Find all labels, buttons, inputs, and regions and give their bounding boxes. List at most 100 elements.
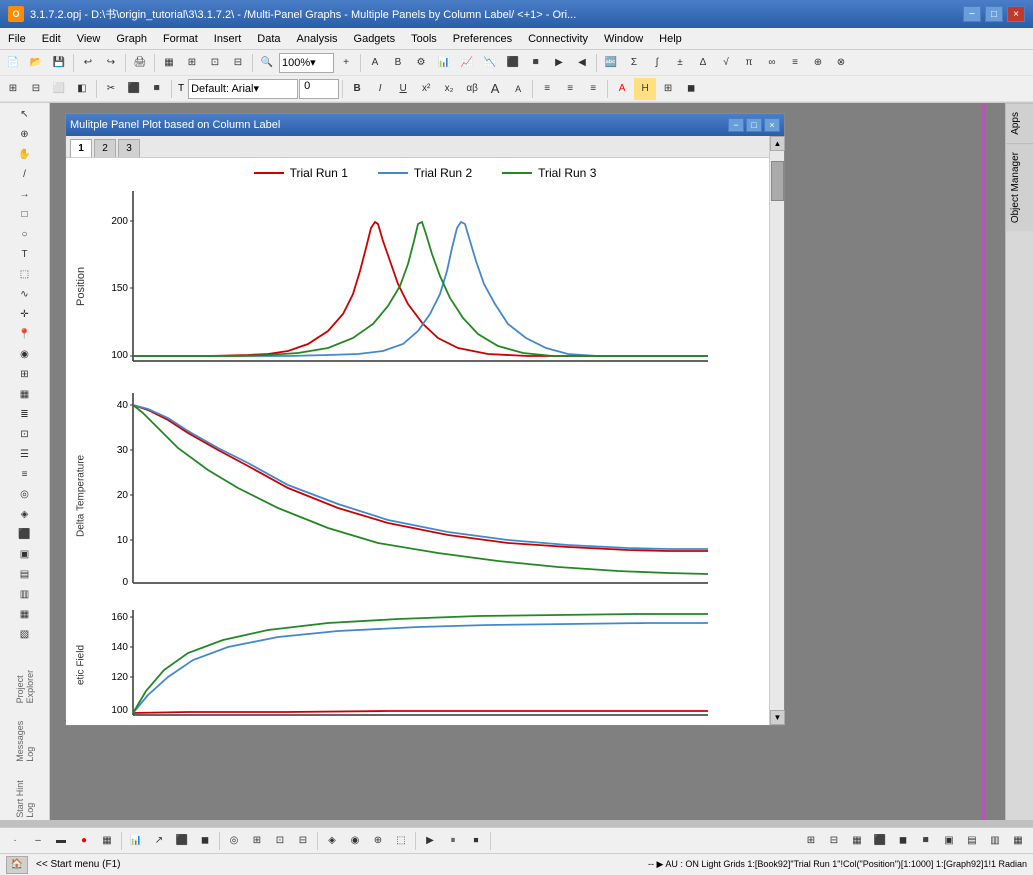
start-menu-btn[interactable]: 🏠 [6, 856, 28, 874]
graph-tab-3[interactable]: 3 [118, 139, 140, 157]
draw-circle-btn[interactable]: ○ [14, 225, 36, 244]
bt-btn-14[interactable]: ◈ [321, 830, 343, 852]
tb-btn-24[interactable]: π [738, 52, 760, 74]
menu-insert[interactable]: Insert [206, 28, 250, 49]
italic-btn[interactable]: I [369, 78, 391, 100]
menu-format[interactable]: Format [155, 28, 206, 49]
bt-right-3[interactable]: ▦ [846, 830, 868, 852]
lt-btn-18[interactable]: ≡ [14, 465, 36, 484]
draw-arrow-btn[interactable]: → [14, 185, 36, 204]
lt-btn-19[interactable]: ◎ [14, 485, 36, 504]
tb-btn-6[interactable]: ⊡ [204, 52, 226, 74]
menu-window[interactable]: Window [596, 28, 651, 49]
menu-tools[interactable]: Tools [403, 28, 445, 49]
tb-btn-19[interactable]: Σ [623, 52, 645, 74]
bt-right-9[interactable]: ▥ [984, 830, 1006, 852]
bt-btn-5[interactable]: ▦ [96, 830, 118, 852]
graph-close-btn[interactable]: × [764, 118, 780, 132]
tb2-btn-5[interactable]: ✂ [100, 78, 122, 100]
bt-right-8[interactable]: ▤ [961, 830, 983, 852]
bt-btn-11[interactable]: ⊞ [246, 830, 268, 852]
print-btn[interactable]: 🖨 [129, 52, 151, 74]
object-manager-tab[interactable]: Object Manager [1006, 143, 1033, 231]
curve-tool-btn[interactable]: ∿ [14, 285, 36, 304]
bt-btn-3[interactable]: ▬ [50, 830, 72, 852]
region-btn[interactable]: ⬚ [14, 265, 36, 284]
menu-file[interactable]: File [0, 28, 34, 49]
tb-btn-13[interactable]: 📉 [479, 52, 501, 74]
tb-btn-21[interactable]: ± [669, 52, 691, 74]
lt-btn-23[interactable]: ▤ [14, 565, 36, 584]
menu-connectivity[interactable]: Connectivity [520, 28, 596, 49]
bt-btn-10[interactable]: ◎ [223, 830, 245, 852]
graph-minimize-btn[interactable]: − [728, 118, 744, 132]
tb-btn-14[interactable]: ⬛ [502, 52, 524, 74]
open-btn[interactable]: 📂 [25, 52, 47, 74]
redo-btn[interactable]: ↪ [100, 52, 122, 74]
new-file-btn[interactable]: 📄 [2, 52, 24, 74]
tb-btn-26[interactable]: ≡ [784, 52, 806, 74]
tb2-btn-3[interactable]: ⬜ [48, 78, 70, 100]
tb-btn-27[interactable]: ⊕ [807, 52, 829, 74]
small-A-btn[interactable]: A [507, 78, 529, 100]
lt-btn-21[interactable]: ⬛ [14, 525, 36, 544]
font-color-btn[interactable]: A [611, 78, 633, 100]
highlight-btn[interactable]: H [634, 78, 656, 100]
apps-tab[interactable]: Apps [1006, 103, 1033, 143]
tb-btn-5[interactable]: ⊞ [181, 52, 203, 74]
bt-btn-red[interactable]: ● [73, 830, 95, 852]
save-btn[interactable]: 💾 [48, 52, 70, 74]
zoom-out-btn[interactable]: 🔍 [256, 52, 278, 74]
tb2-btn-7[interactable]: ◾ [146, 78, 168, 100]
menu-preferences[interactable]: Preferences [445, 28, 520, 49]
bt-right-2[interactable]: ⊟ [823, 830, 845, 852]
bt-right-7[interactable]: ▣ [938, 830, 960, 852]
bt-btn-13[interactable]: ⊟ [292, 830, 314, 852]
tb2-extra-2[interactable]: ◼ [680, 78, 702, 100]
scroll-up-btn[interactable]: ▲ [770, 136, 785, 151]
tb-btn-23[interactable]: √ [715, 52, 737, 74]
greek-btn[interactable]: αβ [461, 78, 483, 100]
tb-btn-8[interactable]: A [364, 52, 386, 74]
lt-btn-22[interactable]: ▣ [14, 545, 36, 564]
graph-tab-2[interactable]: 2 [94, 139, 116, 157]
zoom-dropdown[interactable]: 100%▾ [279, 53, 334, 73]
bt-btn-20[interactable]: ⏹ [465, 830, 487, 852]
graph-maximize-btn[interactable]: □ [746, 118, 762, 132]
pick-pts-btn[interactable]: ◉ [14, 345, 36, 364]
scroll-down-btn[interactable]: ▼ [770, 710, 785, 725]
data-reader-btn[interactable]: 📍 [14, 325, 36, 344]
align-right-btn[interactable]: ≡ [582, 78, 604, 100]
bt-right-10[interactable]: ▦ [1007, 830, 1029, 852]
bt-btn-12[interactable]: ⊡ [269, 830, 291, 852]
menu-help[interactable]: Help [651, 28, 690, 49]
tb2-btn-2[interactable]: ⊟ [25, 78, 47, 100]
bt-right-5[interactable]: ◼ [892, 830, 914, 852]
minimize-button[interactable]: − [963, 6, 981, 22]
bt-btn-6[interactable]: 📊 [125, 830, 147, 852]
bt-btn-7[interactable]: ↗ [148, 830, 170, 852]
crosshair-btn[interactable]: ✛ [14, 305, 36, 324]
menu-view[interactable]: View [69, 28, 109, 49]
lt-btn-15[interactable]: ≣ [14, 405, 36, 424]
superscript-btn[interactable]: x² [415, 78, 437, 100]
menu-analysis[interactable]: Analysis [289, 28, 346, 49]
tb-btn-22[interactable]: Δ [692, 52, 714, 74]
tb-btn-15[interactable]: ◾ [525, 52, 547, 74]
tb-btn-25[interactable]: ∞ [761, 52, 783, 74]
bt-btn-2[interactable]: – [27, 830, 49, 852]
scroll-thumb[interactable] [771, 161, 784, 201]
draw-line-btn[interactable]: / [14, 165, 36, 184]
undo-btn[interactable]: ↩ [77, 52, 99, 74]
bt-right-6[interactable]: ◾ [915, 830, 937, 852]
font-size-input[interactable]: 0 [299, 79, 339, 99]
tb-btn-10[interactable]: ⚙ [410, 52, 432, 74]
graph-tab-1[interactable]: 1 [70, 139, 92, 157]
tb2-btn-6[interactable]: ⬛ [123, 78, 145, 100]
tb-btn-16[interactable]: ▶ [548, 52, 570, 74]
select-tool-btn[interactable]: ↖ [14, 105, 36, 124]
bt-btn-17[interactable]: ⬚ [390, 830, 412, 852]
subscript-btn[interactable]: x₂ [438, 78, 460, 100]
bt-right-4[interactable]: ⬛ [869, 830, 891, 852]
menu-edit[interactable]: Edit [34, 28, 69, 49]
